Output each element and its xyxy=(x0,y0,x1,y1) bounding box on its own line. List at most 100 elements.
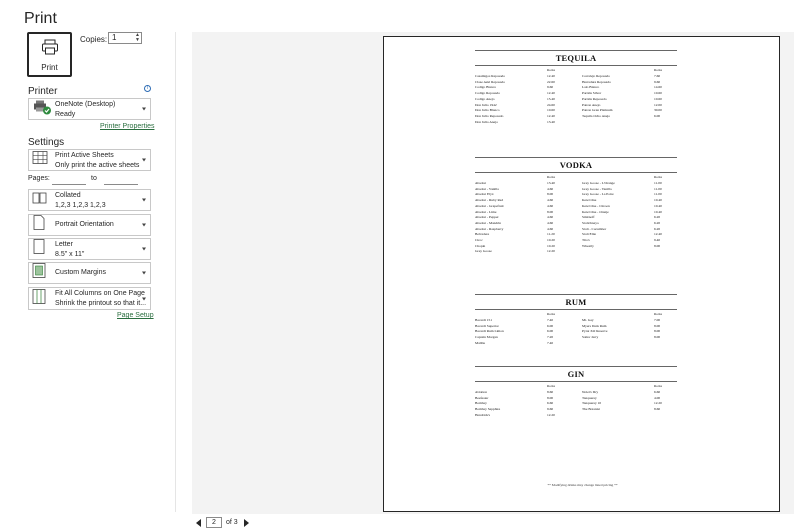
scaling-line2: Shrink the printout so that it... xyxy=(55,300,147,307)
menu-item-price: 6.00 xyxy=(654,113,661,118)
print-what-line1: Print Active Sheets xyxy=(55,152,114,159)
margins-line1: Custom Margins xyxy=(55,269,106,276)
menu-item-name: Wheatly xyxy=(582,243,594,248)
chevron-down-icon xyxy=(142,297,146,300)
printer-properties-link[interactable]: Printer Properties xyxy=(100,123,154,130)
printer-name: OneNote (Desktop) xyxy=(55,101,116,108)
settings-heading: Settings xyxy=(28,137,65,148)
printer-select[interactable]: OneNote (Desktop) Ready xyxy=(28,98,151,120)
section-title-rule xyxy=(475,381,677,382)
menu-item-price: 8.60 xyxy=(654,407,661,412)
chevron-down-icon xyxy=(142,158,146,162)
section-title-rule xyxy=(475,172,677,173)
portrait-page-icon xyxy=(32,215,46,236)
menu-item-price: 8.00 xyxy=(654,335,661,340)
menu-item-price: 13.40 xyxy=(547,119,555,124)
pages-to-label: to xyxy=(91,175,97,182)
copies-input[interactable]: 1 ▲ ▼ xyxy=(108,32,142,44)
previous-page-button[interactable] xyxy=(196,518,201,527)
menu-item-price: 8.00 xyxy=(654,243,661,248)
menu-item-name: Tequila Ocho Anejo xyxy=(582,113,611,118)
section-title: RUM xyxy=(565,297,587,307)
menu-item: Tequila Ocho Anejo 6.00 xyxy=(582,114,678,120)
margins-select[interactable]: Custom Margins xyxy=(28,262,151,284)
menu-item: Malibu 7.40 xyxy=(475,341,571,347)
page-navigator: 2 of 3 xyxy=(196,517,249,528)
menu-item-price: 12.20 xyxy=(547,249,555,254)
menu-item-name: Don Julio Anejo xyxy=(475,119,498,124)
preview-page: TEQUILA Rocks Casamigos Reposado 12.40 Clase… xyxy=(383,36,780,512)
paper-line1: Letter xyxy=(55,241,73,248)
section-title: VODKA xyxy=(559,160,593,170)
print-backstage: Print Print Copies: 1 ▲▼ Printer i OneN xyxy=(0,0,794,531)
printer-heading: Printer xyxy=(28,86,58,97)
chevron-down-icon xyxy=(142,198,146,202)
menu-item: Wheatly 8.00 xyxy=(582,244,678,250)
pages-label: Pages: xyxy=(28,175,50,182)
page-title: Print xyxy=(24,10,57,27)
menu-column-right: Rocks Corralejo Reposado 7.60 Herradura Rep… xyxy=(582,68,678,120)
menu-item-price: 12.20 xyxy=(547,412,555,417)
chevron-down-icon xyxy=(142,107,146,111)
next-page-button[interactable] xyxy=(243,518,249,527)
menu-column-right: Rocks Nolet's Dry 6.60 Tanqueray 4.00 Tanquer… xyxy=(582,384,678,413)
section-top-rule xyxy=(475,294,677,295)
menu-item: The Botanist 8.60 xyxy=(582,407,678,413)
chevron-down-icon xyxy=(142,223,146,227)
pages-from-input[interactable] xyxy=(52,173,86,185)
scaling-select[interactable]: Fit All Columns on One Page Shrink the p… xyxy=(28,287,151,310)
printer-status: Ready xyxy=(55,111,76,118)
section-top-rule xyxy=(475,157,677,158)
chevron-down-icon xyxy=(142,271,146,275)
menu-item-name: Grey Goose xyxy=(475,249,492,254)
copies-label: Copies: xyxy=(80,35,108,44)
print-what-line2: Only print the active sheets xyxy=(55,162,140,169)
fit-columns-icon xyxy=(32,288,46,309)
orientation-select[interactable]: Portrait Orientation xyxy=(28,214,151,236)
menu-item-name: Malibu xyxy=(475,340,486,345)
current-page-input[interactable]: 2 xyxy=(206,517,222,528)
scaling-line1: Fit All Columns on One Page xyxy=(55,290,145,297)
menu-column-right: Rocks Grey Goose - L'Orange 11.00 Grey Goos… xyxy=(582,175,678,249)
paper-line2: 8.5" x 11" xyxy=(55,251,85,258)
print-button[interactable]: Print xyxy=(27,32,72,77)
collate-line1: Collated xyxy=(55,192,81,199)
menu-column-left: Rocks Absolut 13.40 Absolut - Vanilla 4.60 Ab… xyxy=(475,175,571,255)
collate-line2: 1,2,3 1,2,3 1,2,3 xyxy=(55,202,106,209)
orientation-line1: Portrait Orientation xyxy=(55,221,114,228)
menu-item-name: Hendrick's xyxy=(475,412,491,417)
menu-item: Hendrick's 12.20 xyxy=(475,413,571,419)
printer-icon xyxy=(41,39,59,60)
menu-item-name: The Botanist xyxy=(582,407,600,412)
collate-icon xyxy=(32,191,48,209)
paper-size-select[interactable]: Letter 8.5" x 11" xyxy=(28,238,151,260)
section-title: GIN xyxy=(567,369,585,379)
page-count: of 3 xyxy=(226,519,238,526)
menu-column-left: Rocks Bacardi 151 7.40 Bacardi Superior 6.00… xyxy=(475,312,571,347)
print-what-select[interactable]: Print Active Sheets Only print the activ… xyxy=(28,149,151,171)
menu-item-name: Sailor Jerry xyxy=(582,335,599,340)
chevron-down-icon xyxy=(142,247,146,251)
section-title-rule xyxy=(475,309,677,310)
copies-spinner[interactable]: ▲ ▼ xyxy=(135,33,140,43)
menu-item: Grey Goose 12.20 xyxy=(475,249,571,255)
collate-select[interactable]: Collated 1,2,3 1,2,3 1,2,3 xyxy=(28,189,151,211)
info-icon[interactable]: i xyxy=(144,85,151,92)
pages-to-input[interactable] xyxy=(104,173,138,185)
paper-icon xyxy=(32,239,46,260)
menu-item-price: 7.40 xyxy=(547,340,554,345)
sheet-grid-icon xyxy=(32,151,48,170)
menu-column-left: Rocks Casamigos Reposado 12.40 Clase Azul R… xyxy=(475,68,571,125)
section-top-rule xyxy=(475,366,677,367)
menu-column-right: Rocks Mt. Gay 7.00 Myers Dark Rum 8.00 Pyrat … xyxy=(582,312,678,341)
page-setup-link[interactable]: Page Setup xyxy=(117,312,154,319)
menu-item: Sailor Jerry 8.00 xyxy=(582,335,678,341)
print-button-label: Print xyxy=(41,63,58,72)
section-title-rule xyxy=(475,65,677,66)
panel-divider xyxy=(175,32,176,512)
copies-value: 1 xyxy=(112,33,117,42)
menu-column-left: Rocks Aviation 8.60 Beefeater 8.00 Bombay 6.60… xyxy=(475,384,571,419)
menu-footnote: ** Modifying drinks may change listed pr… xyxy=(547,483,618,487)
printer-ready-icon xyxy=(32,99,52,120)
section-top-rule xyxy=(475,50,677,51)
